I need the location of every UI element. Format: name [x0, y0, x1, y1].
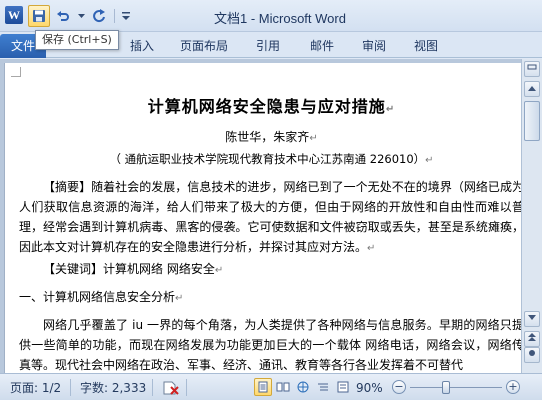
ruler-icon	[527, 64, 537, 70]
redo-button[interactable]	[88, 5, 110, 27]
qat-separator	[114, 9, 115, 23]
zoom-slider-thumb[interactable]	[442, 381, 450, 394]
tab-mailings[interactable]: 邮件	[306, 36, 338, 56]
scroll-up-button[interactable]	[524, 81, 540, 97]
page-count[interactable]: 页面: 1/2	[10, 380, 61, 396]
triangle-down-icon	[528, 315, 536, 320]
save-button[interactable]	[28, 5, 50, 27]
tab-view[interactable]: 视图	[410, 36, 442, 56]
status-bar: 页面: 1/2 字数: 2,333 90% − +	[0, 373, 542, 400]
tab-references[interactable]: 引用	[252, 36, 284, 56]
customize-qat-button[interactable]	[119, 5, 133, 27]
draft-view-button[interactable]	[334, 378, 352, 396]
web-layout-icon	[297, 381, 309, 393]
circle-icon	[529, 350, 535, 356]
abstract-paragraph: 【摘要】随着社会的发展，信息技术的进步，网络已到了一个无处不在的境界（网络已成为…	[19, 180, 521, 254]
customize-qat-icon	[122, 12, 130, 20]
zoom-level[interactable]: 90%	[356, 380, 383, 396]
undo-icon	[57, 11, 69, 21]
zoom-in-button[interactable]: +	[506, 380, 520, 394]
select-browse-object-button[interactable]	[524, 347, 540, 363]
reading-view-icon	[276, 382, 290, 392]
triangle-up-icon	[528, 86, 536, 91]
tab-review[interactable]: 审阅	[358, 36, 390, 56]
draft-icon	[337, 381, 349, 393]
print-layout-view-button[interactable]	[254, 378, 272, 396]
proofing-error-icon	[163, 381, 179, 395]
previous-page-button[interactable]	[524, 331, 540, 347]
undo-button[interactable]	[52, 5, 74, 27]
tab-page-layout[interactable]: 页面布局	[176, 36, 232, 56]
document-affiliation: （ 通航运职业技术学院现代教育技术中心江苏南通 226010）↵	[109, 152, 434, 166]
section-heading: 一、计算机网络信息安全分析↵	[19, 290, 184, 304]
word-count[interactable]: 字数: 2,333	[80, 380, 146, 396]
double-up-icon	[528, 333, 536, 341]
scroll-down-button[interactable]	[524, 311, 540, 327]
full-screen-reading-view-button[interactable]	[274, 378, 292, 396]
scrollbar-thumb[interactable]	[524, 101, 540, 141]
tab-insert[interactable]: 插入	[126, 36, 158, 56]
undo-dropdown[interactable]	[76, 5, 86, 27]
document-authors: 陈世华，朱家齐↵	[225, 130, 318, 144]
document-content[interactable]: 计算机网络安全隐患与应对措施↵ 陈世华，朱家齐↵ （ 通航运职业技术学院现代教育…	[19, 93, 521, 373]
title-bar: W 文档1 - Microsoft Word	[0, 0, 542, 32]
print-layout-icon	[258, 381, 268, 393]
outline-view-button[interactable]	[314, 378, 332, 396]
zoom-out-button[interactable]: −	[392, 380, 406, 394]
ruler-toggle-button[interactable]	[524, 61, 540, 77]
outline-icon	[318, 383, 328, 391]
quick-access-toolbar	[28, 4, 133, 28]
web-layout-view-button[interactable]	[294, 378, 312, 396]
crop-mark	[11, 67, 21, 77]
window-title: 文档1 - Microsoft Word	[214, 11, 346, 26]
save-icon	[33, 10, 45, 22]
zoom-slider-track[interactable]	[410, 387, 502, 388]
document-page[interactable]: 计算机网络安全隐患与应对措施↵ 陈世华，朱家齐↵ （ 通航运职业技术学院现代教育…	[4, 63, 521, 373]
vertical-scrollbar[interactable]	[521, 59, 542, 373]
document-title: 计算机网络安全隐患与应对措施↵	[147, 97, 396, 116]
keywords-paragraph: 【关键词】计算机网络 网络安全↵	[43, 262, 224, 276]
word-app-icon[interactable]: W	[5, 6, 23, 24]
save-tooltip: 保存 (Ctrl+S)	[35, 30, 119, 50]
redo-icon	[93, 9, 105, 23]
proofing-status[interactable]	[162, 380, 180, 396]
body-paragraph: 网络几乎覆盖了 iu 一界的每个角落，为人类提供了各种网络与信息服务。早期的网络…	[19, 318, 521, 372]
document-area[interactable]: 计算机网络安全隐患与应对措施↵ 陈世华，朱家齐↵ （ 通航运职业技术学院现代教育…	[0, 59, 521, 373]
chevron-down-icon	[77, 13, 85, 18]
